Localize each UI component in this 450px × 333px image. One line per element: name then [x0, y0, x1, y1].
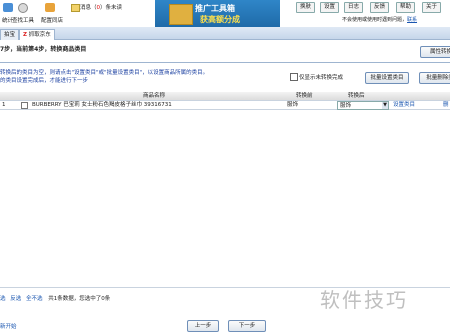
restart-link[interactable]: 新开始 [0, 322, 17, 330]
log-button[interactable]: 日志 [344, 2, 363, 13]
help-notice: 不会使用或使用时遇到问题，联系 [342, 16, 417, 23]
divider [0, 62, 450, 63]
chevron-down-icon: ▼ [382, 102, 388, 109]
message-suffix: ）条未读 [100, 5, 123, 11]
watermark: 软件技巧 [320, 288, 408, 312]
chart-icon[interactable] [3, 3, 13, 12]
category-after-value: 服饰 [340, 103, 352, 109]
select-all-link[interactable]: 选 [0, 296, 6, 302]
row-index: 1 [2, 102, 6, 108]
help-button[interactable]: 帮助 [396, 2, 415, 13]
search-icon[interactable] [18, 3, 28, 13]
batch-delete-button[interactable]: 批量删除类 [419, 72, 450, 84]
promo-banner[interactable]: 推广工具箱 获高额分成 [155, 0, 280, 27]
settings-icon[interactable] [45, 3, 55, 12]
batch-set-category-button[interactable]: 批量设置类目 [365, 72, 409, 84]
step-indicator: 7步，当前第4步，转换商品类目 [0, 46, 87, 53]
toolbar-item-search-tool[interactable]: 查找工具 [12, 16, 34, 24]
about-button[interactable]: 关于 [422, 2, 441, 13]
set-category-link[interactable]: 设置类目 [393, 101, 425, 109]
category-after-select[interactable]: 服饰 ▼ [337, 101, 389, 110]
table-header: 商品名称 转换前 转换后 [0, 92, 450, 101]
tab-bar: 拍宝 Z 抓取京东 [0, 27, 450, 40]
envelope-icon [71, 4, 80, 12]
settings-button[interactable]: 设置 [320, 2, 339, 13]
row-checkbox[interactable] [21, 102, 28, 109]
tab-fetch-jd-label: 抓取京东 [28, 32, 51, 38]
only-unconverted-label: 仅显示未转换完成 [299, 75, 344, 81]
select-none-link[interactable]: 全不选 [26, 296, 43, 302]
banner-title: 推广工具箱 [195, 4, 235, 13]
tab-fetch-jd[interactable]: Z 抓取京东 [19, 29, 55, 40]
tip-line-2: 的类目设置完成后，才能进行下一步 [0, 78, 89, 84]
toolbar-item-config[interactable]: 配置同店 [41, 16, 63, 24]
toolbox-icon [169, 4, 193, 25]
tab-paibao[interactable]: 拍宝 [0, 29, 20, 40]
next-step-button[interactable]: 下一步 [228, 320, 266, 332]
product-name: BURBERRY 巴宝莉 女士粉石色羯皮格子丝巾 39316731 [32, 102, 172, 108]
skin-button[interactable]: 换肤 [296, 2, 315, 13]
prev-step-button[interactable]: 上一步 [187, 320, 219, 332]
banner-subtitle: 获高额分成 [200, 15, 240, 24]
selection-bar: 选 反选 全不选 共1条数据，您选中了0条 [0, 294, 110, 302]
message-indicator[interactable]: 消息（0）条未读 [80, 3, 122, 11]
notice-text: 不会使用或使用时遇到问题， [342, 17, 408, 23]
column-header-before: 转换前 [296, 93, 313, 99]
tip-line-1: 转换后的类目为空，则请点击"设置类目"或"批量设置类目"，以设置商品所属的类目。 [0, 70, 209, 76]
category-before: 服饰 [287, 102, 299, 108]
only-unconverted-checkbox[interactable] [290, 73, 298, 81]
feedback-button[interactable]: 反馈 [370, 2, 389, 13]
column-header-after: 转换后 [348, 93, 365, 99]
column-header-name: 商品名称 [143, 93, 166, 99]
jd-tab-icon: Z [23, 32, 27, 38]
selection-summary: 共1条数据，您选中了0条 [48, 296, 111, 302]
top-toolbar: 统计 查找工具 配置同店 消息（0）条未读 推广工具箱 获高额分成 换肤 设置 … [0, 0, 450, 27]
invert-selection-link[interactable]: 反选 [10, 296, 21, 302]
contact-link[interactable]: 联系 [407, 17, 417, 23]
message-prefix: 消息（ [80, 5, 97, 11]
delete-row-link[interactable]: 删 [443, 101, 450, 109]
attribute-convert-button[interactable]: 属性转换 [420, 46, 450, 58]
table-row[interactable]: 1 BURBERRY 巴宝莉 女士粉石色羯皮格子丝巾 39316731 服饰 服… [0, 101, 450, 110]
